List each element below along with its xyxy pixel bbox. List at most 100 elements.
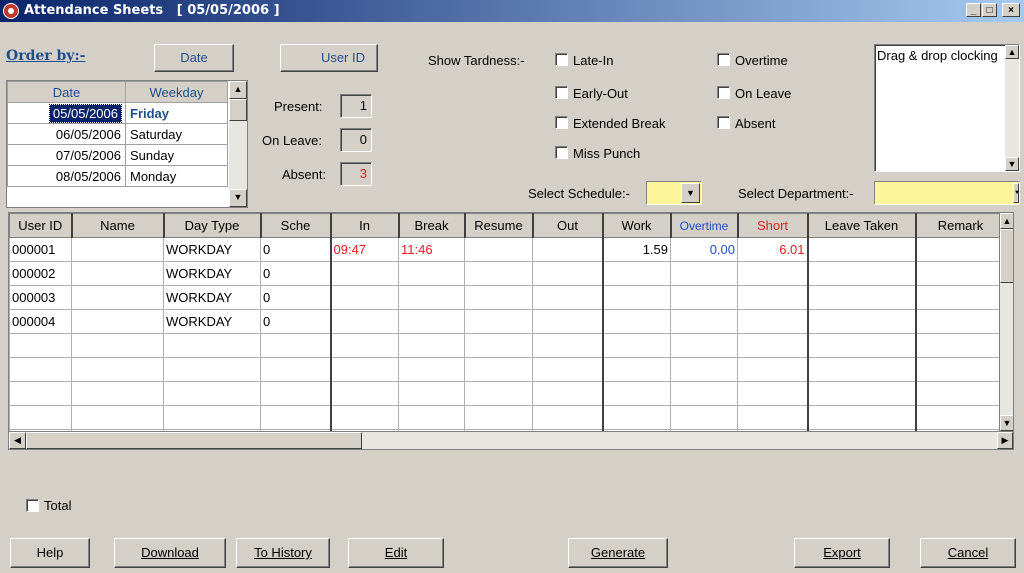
table-row[interactable]	[9, 357, 1006, 382]
table-row[interactable]: 000001 WORKDAY 0 09:47 11:46 1.59 0.00 6…	[9, 237, 1006, 262]
sche-cell[interactable]: 0	[260, 261, 332, 286]
in-cell[interactable]: 09:47	[330, 237, 399, 262]
scroll-up-icon[interactable]: ▲	[229, 81, 247, 99]
close-button[interactable]: ×	[1002, 3, 1020, 17]
userid-column-header[interactable]: User ID	[9, 213, 73, 238]
table-row[interactable]: 000003 WORKDAY 0	[9, 285, 1006, 310]
scroll-thumb[interactable]	[229, 99, 247, 121]
daytype-column-header[interactable]: Day Type	[163, 213, 262, 238]
scroll-down-icon[interactable]: ▼	[1005, 157, 1019, 171]
weekday-cell[interactable]: Saturday	[125, 123, 228, 145]
dropdown-arrow-icon[interactable]: ▼	[681, 183, 700, 203]
date-row[interactable]: 08/05/2006 Monday	[7, 165, 228, 187]
name-cell[interactable]	[71, 285, 164, 310]
cancel-button[interactable]: Cancel	[920, 538, 1016, 568]
date-row[interactable]: 07/05/2006 Sunday	[7, 144, 228, 166]
table-row[interactable]: 000004 WORKDAY 0	[9, 309, 1006, 334]
date-row[interactable]: 05/05/2006 Friday	[7, 102, 228, 124]
date-cell[interactable]: 05/05/2006	[48, 103, 123, 123]
export-button[interactable]: Export	[794, 538, 890, 568]
scroll-up-icon[interactable]: ▲	[1000, 213, 1013, 229]
out-cell[interactable]	[532, 237, 604, 262]
drag-drop-clocking-box[interactable]: Drag & drop clocking ▲ ▼	[874, 44, 1020, 172]
date-cell[interactable]: 06/05/2006	[7, 123, 126, 145]
title-bar[interactable]: Attendance Sheets [ 05/05/2006 ] _ □ ×	[0, 0, 1024, 22]
grid-vertical-scrollbar[interactable]: ▲ ▼	[999, 213, 1013, 431]
remark-cell[interactable]	[915, 237, 1006, 262]
in-column-header[interactable]: In	[330, 213, 400, 238]
userid-cell[interactable]: 000004	[9, 309, 72, 334]
dropdown-arrow-icon[interactable]: ▼	[1013, 183, 1020, 203]
scroll-down-icon[interactable]: ▼	[229, 189, 247, 207]
break-cell[interactable]: 11:46	[398, 237, 465, 262]
overtime-column-header[interactable]: Overtime	[670, 213, 739, 238]
sche-cell[interactable]: 0	[260, 237, 332, 262]
minimize-button[interactable]: _	[966, 3, 981, 17]
early-out-checkbox[interactable]	[555, 86, 568, 99]
name-column-header[interactable]: Name	[71, 213, 165, 238]
daytype-cell[interactable]: WORKDAY	[163, 309, 261, 334]
out-column-header[interactable]: Out	[532, 213, 604, 238]
download-button[interactable]: Download	[114, 538, 226, 568]
schedule-select[interactable]: ▼	[646, 181, 702, 205]
name-cell[interactable]	[71, 261, 164, 286]
weekday-column-header[interactable]: Weekday	[125, 81, 228, 103]
daytype-cell[interactable]: WORKDAY	[163, 237, 261, 262]
leave-taken-column-header[interactable]: Leave Taken	[807, 213, 917, 238]
weekday-cell[interactable]: Sunday	[125, 144, 228, 166]
work-column-header[interactable]: Work	[602, 213, 672, 238]
name-cell[interactable]	[71, 309, 164, 334]
scroll-right-icon[interactable]: ▶	[997, 432, 1013, 449]
work-cell[interactable]: 1.59	[602, 237, 671, 262]
break-column-header[interactable]: Break	[398, 213, 466, 238]
scroll-thumb[interactable]	[26, 432, 362, 449]
scroll-down-icon[interactable]: ▼	[1000, 415, 1013, 431]
daytype-cell[interactable]: WORKDAY	[163, 285, 261, 310]
scroll-left-icon[interactable]: ◀	[9, 432, 26, 449]
name-cell[interactable]	[71, 237, 164, 262]
sche-cell[interactable]: 0	[260, 309, 332, 334]
date-row[interactable]: 06/05/2006 Saturday	[7, 123, 228, 145]
restore-button[interactable]: □	[982, 3, 997, 17]
leave-taken-cell[interactable]	[807, 237, 917, 262]
department-select[interactable]: ▼	[874, 181, 1020, 205]
remark-column-header[interactable]: Remark	[915, 213, 1007, 238]
date-column-header[interactable]: Date	[7, 81, 126, 103]
generate-button[interactable]: Generate	[568, 538, 668, 568]
weekday-cell[interactable]: Friday	[125, 102, 228, 124]
on-leave-checkbox[interactable]	[717, 86, 730, 99]
resume-column-header[interactable]: Resume	[464, 213, 534, 238]
edit-button[interactable]: Edit	[348, 538, 444, 568]
short-cell[interactable]: 6.01	[737, 237, 809, 262]
overtime-cell[interactable]: 0.00	[670, 237, 738, 262]
userid-cell[interactable]: 000002	[9, 261, 72, 286]
order-userid-button[interactable]: User ID	[280, 44, 378, 72]
sche-column-header[interactable]: Sche	[260, 213, 332, 238]
scroll-thumb[interactable]	[1000, 229, 1013, 283]
table-row[interactable]: 000002 WORKDAY 0	[9, 261, 1006, 286]
table-row[interactable]	[9, 381, 1006, 406]
date-cell[interactable]: 07/05/2006	[7, 144, 126, 166]
sche-cell[interactable]: 0	[260, 285, 332, 310]
daytype-cell[interactable]: WORKDAY	[163, 261, 261, 286]
total-checkbox[interactable]	[26, 499, 39, 512]
overtime-checkbox[interactable]	[717, 53, 730, 66]
date-cell[interactable]: 08/05/2006	[7, 165, 126, 187]
to-history-button[interactable]: To History	[236, 538, 330, 568]
help-button[interactable]: Help	[10, 538, 90, 568]
grid-horizontal-scrollbar[interactable]: ◀ ▶	[9, 431, 1013, 449]
table-row[interactable]	[9, 333, 1006, 358]
short-column-header[interactable]: Short	[737, 213, 809, 238]
miss-punch-checkbox[interactable]	[555, 146, 568, 159]
date-list[interactable]: Date Weekday 05/05/2006 Friday 06/05/200…	[6, 80, 248, 208]
scroll-up-icon[interactable]: ▲	[1005, 45, 1019, 59]
extended-break-checkbox[interactable]	[555, 116, 568, 129]
absent-checkbox[interactable]	[717, 116, 730, 129]
table-row[interactable]	[9, 405, 1006, 430]
drag-box-scrollbar[interactable]: ▲ ▼	[1005, 45, 1019, 171]
date-list-scrollbar[interactable]: ▲ ▼	[229, 81, 247, 207]
late-in-checkbox[interactable]	[555, 53, 568, 66]
order-date-button[interactable]: Date	[154, 44, 234, 72]
userid-cell[interactable]: 000003	[9, 285, 72, 310]
attendance-grid[interactable]: User ID Name Day Type Sche In Break Resu…	[8, 212, 1014, 450]
